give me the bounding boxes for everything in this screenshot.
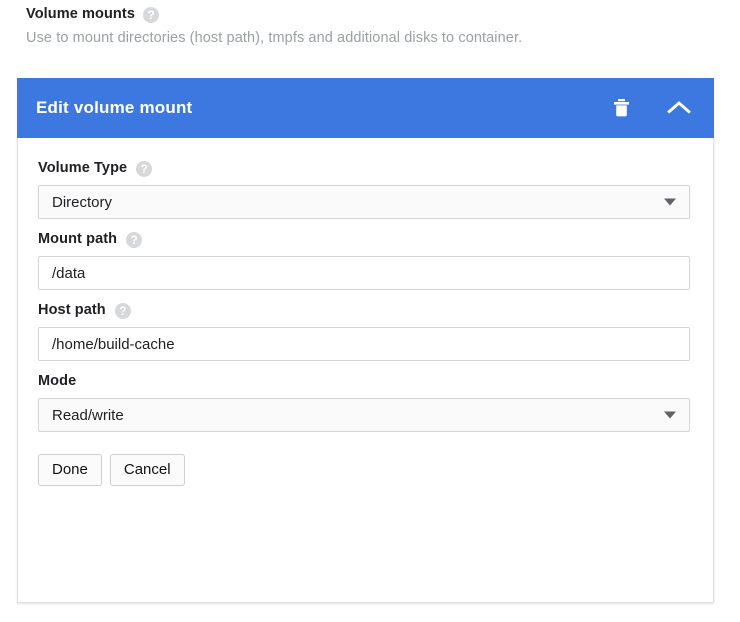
done-button[interactable]: Done — [38, 454, 102, 487]
help-circle-icon[interactable]: ? — [142, 7, 159, 23]
edit-volume-mount-card: Edit volume mount Volume Type ? Director… — [17, 78, 714, 603]
section-description: Use to mount directories (host path), tm… — [26, 30, 523, 46]
cancel-button[interactable]: Cancel — [109, 454, 185, 487]
card-header: Edit volume mount — [17, 78, 714, 138]
chevron-up-icon — [667, 101, 691, 114]
field-host-path-label-row: Host path ? — [38, 302, 693, 319]
volume-type-select-wrap: Directory — [38, 185, 690, 219]
field-mount-path-label: Mount path — [38, 231, 118, 247]
card-header-actions — [608, 95, 692, 121]
section-header: Volume mounts ? — [26, 6, 159, 23]
field-volume-type: Volume Type ? Directory — [38, 160, 693, 219]
mode-select-wrap: Read/write — [38, 398, 690, 432]
page-title: Volume mounts — [26, 6, 135, 22]
help-circle-icon[interactable]: ? — [126, 232, 143, 248]
field-volume-type-label-row: Volume Type ? — [38, 160, 693, 177]
card-actions: Done Cancel — [38, 454, 693, 487]
mount-path-input[interactable] — [38, 256, 690, 290]
delete-button[interactable] — [608, 95, 634, 121]
field-mount-path-label-row: Mount path ? — [38, 231, 693, 248]
help-circle-icon[interactable]: ? — [136, 161, 153, 177]
field-mode-label: Mode — [38, 373, 77, 389]
card-title: Edit volume mount — [36, 98, 193, 117]
volume-type-select[interactable]: Directory — [38, 185, 690, 219]
field-host-path: Host path ? — [38, 302, 693, 361]
trash-icon — [613, 99, 629, 117]
field-volume-type-label: Volume Type — [38, 160, 128, 176]
field-host-path-label: Host path — [38, 302, 106, 318]
field-mount-path: Mount path ? — [38, 231, 693, 290]
help-circle-icon[interactable]: ? — [114, 303, 131, 319]
host-path-input[interactable] — [38, 327, 690, 361]
field-mode-label-row: Mode — [38, 373, 693, 389]
card-body: Volume Type ? Directory Mount path ? /da… — [18, 138, 713, 487]
collapse-button[interactable] — [666, 95, 692, 121]
mode-select[interactable]: Read/write — [38, 398, 690, 432]
volume-mounts-page: Volume mounts ? Use to mount directories… — [0, 0, 740, 622]
field-mode: Mode Read/write — [38, 373, 693, 432]
